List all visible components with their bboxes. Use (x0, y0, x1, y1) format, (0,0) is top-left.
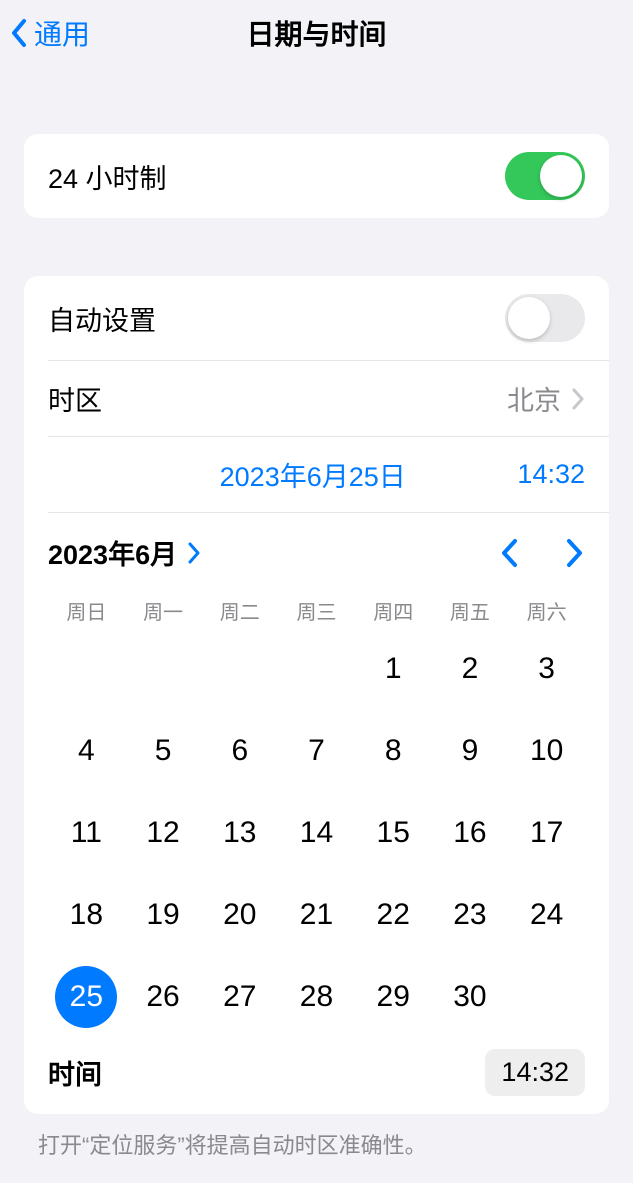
calendar-day[interactable]: 26 (125, 965, 202, 1029)
calendar-day[interactable]: 17 (508, 801, 585, 865)
weekday-header: 周二 (201, 596, 278, 625)
time-picker-value[interactable]: 14:32 (485, 1049, 585, 1096)
chevron-left-icon (10, 17, 30, 49)
toggle-knob (508, 297, 550, 339)
calendar-day[interactable]: 8 (355, 719, 432, 783)
time-picker-row: 时间 14:32 (24, 1039, 609, 1114)
calendar-blank (48, 637, 125, 701)
date-time-summary-row: 2023年6月25日 14:32 (24, 437, 609, 512)
page-title: 日期与时间 (246, 13, 386, 53)
timezone-row[interactable]: 时区 北京 (24, 361, 609, 436)
weekday-header: 周六 (508, 596, 585, 625)
weekday-header: 周三 (278, 596, 355, 625)
calendar-month-label[interactable]: 2023年6月 (48, 533, 177, 572)
selected-date-button[interactable]: 2023年6月25日 (48, 455, 517, 494)
weekday-header: 周四 (355, 596, 432, 625)
calendar-blank (125, 637, 202, 701)
calendar-day[interactable]: 20 (201, 883, 278, 947)
weekday-header: 周一 (125, 596, 202, 625)
calendar-day[interactable]: 24 (508, 883, 585, 947)
twentyfour-hour-label: 24 小时制 (48, 157, 167, 196)
auto-set-toggle[interactable] (505, 294, 585, 342)
weekday-header: 周五 (432, 596, 509, 625)
calendar-day[interactable]: 1 (355, 637, 432, 701)
calendar-day[interactable]: 9 (432, 719, 509, 783)
calendar-day[interactable]: 4 (48, 719, 125, 783)
calendar-day[interactable]: 2 (432, 637, 509, 701)
time-picker-label: 时间 (48, 1053, 102, 1092)
calendar-day[interactable]: 6 (201, 719, 278, 783)
calendar-day[interactable]: 7 (278, 719, 355, 783)
calendar-day[interactable]: 18 (48, 883, 125, 947)
footer-note: 打开“定位服务”将提高自动时区准确性。 (0, 1114, 633, 1174)
toggle-knob (540, 155, 582, 197)
calendar-day[interactable]: 22 (355, 883, 432, 947)
calendar-day[interactable]: 5 (125, 719, 202, 783)
twentyfour-hour-toggle[interactable] (505, 152, 585, 200)
prev-month-button[interactable] (499, 537, 521, 569)
chevron-right-icon (187, 542, 201, 564)
calendar-day[interactable]: 23 (432, 883, 509, 947)
auto-set-row: 自动设置 (24, 276, 609, 360)
back-label: 通用 (34, 13, 90, 53)
calendar-day[interactable]: 28 (278, 965, 355, 1029)
calendar-day[interactable]: 14 (278, 801, 355, 865)
calendar-day[interactable]: 21 (278, 883, 355, 947)
calendar-blank (278, 637, 355, 701)
back-button[interactable]: 通用 (10, 13, 90, 53)
calendar-day[interactable]: 19 (125, 883, 202, 947)
weekday-header: 周日 (48, 596, 125, 625)
calendar-day[interactable]: 16 (432, 801, 509, 865)
calendar-day[interactable]: 25 (48, 965, 125, 1029)
chevron-right-icon (571, 388, 585, 410)
calendar-day[interactable]: 15 (355, 801, 432, 865)
calendar-day[interactable]: 29 (355, 965, 432, 1029)
calendar-day[interactable]: 27 (201, 965, 278, 1029)
twentyfour-hour-row: 24 小时制 (24, 134, 609, 218)
calendar-day[interactable]: 12 (125, 801, 202, 865)
calendar-day[interactable]: 30 (432, 965, 509, 1029)
calendar-day[interactable]: 10 (508, 719, 585, 783)
timezone-label: 时区 (48, 379, 102, 418)
calendar-day[interactable]: 11 (48, 801, 125, 865)
next-month-button[interactable] (563, 537, 585, 569)
auto-set-label: 自动设置 (48, 299, 156, 338)
timezone-value: 北京 (507, 379, 561, 418)
calendar-day[interactable]: 3 (508, 637, 585, 701)
calendar-day[interactable]: 13 (201, 801, 278, 865)
selected-time-button[interactable]: 14:32 (517, 459, 585, 490)
calendar-blank (201, 637, 278, 701)
